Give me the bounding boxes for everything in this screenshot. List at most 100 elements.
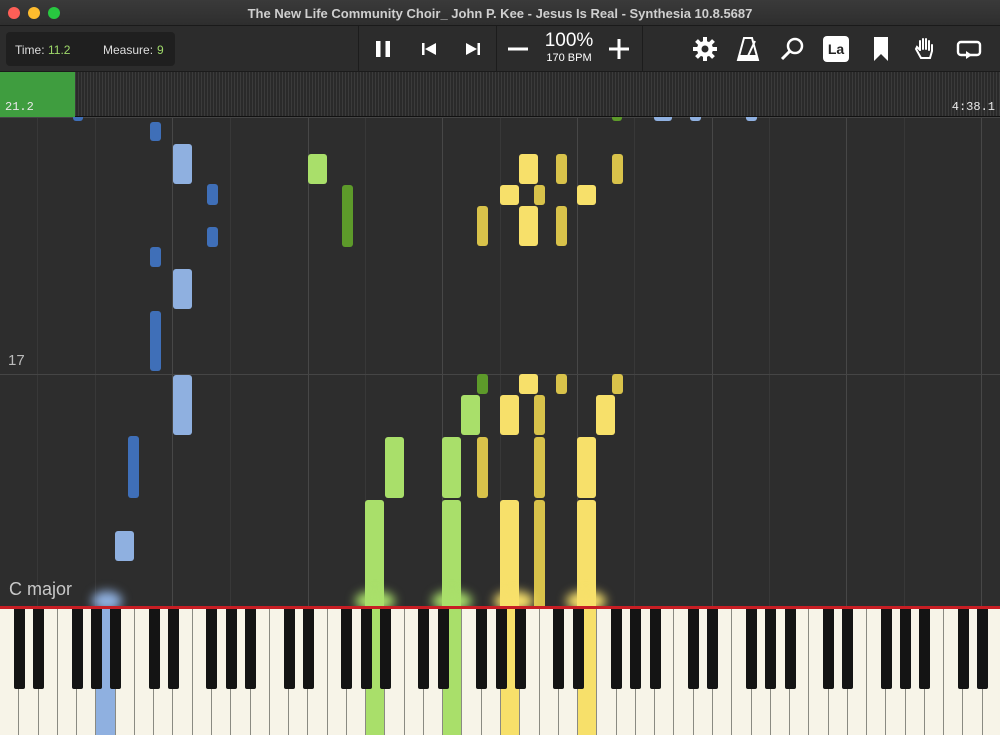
pause-button[interactable]: [368, 34, 398, 64]
piano-black-key[interactable]: [784, 609, 796, 689]
metronome-button[interactable]: [733, 34, 763, 64]
speed-display: 100% 170 BPM: [538, 30, 600, 65]
speed-percent: 100%: [544, 30, 594, 51]
previous-icon: [422, 43, 436, 55]
note-label-button[interactable]: La: [821, 34, 851, 64]
piano-black-key[interactable]: [823, 609, 835, 689]
pause-icon: [376, 41, 390, 57]
left-hand-note: [150, 311, 161, 371]
piano-black-key[interactable]: [245, 609, 256, 689]
right-hand-note: [477, 437, 488, 498]
piano-black-key[interactable]: [476, 609, 488, 689]
piano-black-key[interactable]: [842, 609, 854, 689]
right-hand-note: [500, 395, 519, 435]
piano-black-key[interactable]: [765, 609, 777, 689]
right-hand-note: [385, 437, 404, 498]
left-hand-note: [173, 269, 192, 309]
hand-button[interactable]: [910, 34, 940, 64]
piano-black-key[interactable]: [90, 609, 102, 689]
left-hand-note: [173, 144, 192, 184]
piano-black-key[interactable]: [553, 609, 565, 689]
piano-keyboard[interactable]: [0, 606, 1000, 735]
song-timeline[interactable]: 21.2 4:38.1: [0, 72, 1000, 117]
bookmark-button[interactable]: [866, 34, 896, 64]
piano-black-key[interactable]: [437, 609, 449, 689]
measure-label: Measure:: [103, 43, 154, 57]
grid-line: [95, 117, 96, 606]
tempo-bpm: 170 BPM: [546, 52, 592, 64]
synthesia-window: The New Life Community Choir_ John P. Ke…: [0, 0, 1000, 735]
piano-black-key[interactable]: [707, 609, 719, 689]
piano-black-key[interactable]: [572, 609, 584, 689]
grid-line: [712, 117, 713, 606]
grid-line: [634, 117, 635, 606]
note-hit-glow: [432, 591, 472, 606]
next-button[interactable]: [458, 34, 488, 64]
right-hand-note: [308, 154, 327, 184]
piano-black-key[interactable]: [71, 609, 83, 689]
window-title: The New Life Community Choir_ John P. Ke…: [247, 6, 753, 21]
time-label: Time:: [15, 43, 45, 57]
left-hand-note: [207, 227, 218, 247]
piano-black-key[interactable]: [148, 609, 160, 689]
right-hand-note: [577, 437, 596, 498]
minus-icon: [508, 47, 528, 51]
loop-icon: [956, 40, 982, 59]
piano-black-key[interactable]: [611, 609, 623, 689]
toolbar-divider: [496, 26, 497, 72]
piano-black-key[interactable]: [418, 609, 430, 689]
speed-increase-button[interactable]: [604, 34, 634, 64]
piano-black-key[interactable]: [649, 609, 661, 689]
piano-black-key[interactable]: [630, 609, 642, 689]
right-hand-note: [500, 185, 519, 205]
piano-black-key[interactable]: [13, 609, 25, 689]
left-hand-note: [115, 531, 134, 561]
measure-value: 9: [157, 43, 164, 57]
piano-black-key[interactable]: [900, 609, 912, 689]
bookmark-icon: [874, 37, 888, 61]
piano-black-key[interactable]: [302, 609, 314, 689]
note-hit-glow: [494, 591, 534, 606]
right-hand-note: [342, 185, 353, 247]
loop-button[interactable]: [954, 34, 984, 64]
falling-notes-area: 17 C major: [0, 117, 1000, 606]
piano-black-key[interactable]: [688, 609, 700, 689]
measure-number: 17: [8, 352, 25, 369]
right-hand-note: [612, 117, 622, 121]
right-hand-note: [534, 185, 545, 205]
piano-black-key[interactable]: [206, 609, 218, 689]
right-hand-note: [442, 437, 461, 498]
piano-black-key[interactable]: [379, 609, 391, 689]
piano-black-key[interactable]: [110, 609, 122, 689]
piano-black-key[interactable]: [958, 609, 969, 689]
piano-black-key[interactable]: [880, 609, 892, 689]
piano-black-key[interactable]: [514, 609, 526, 689]
grid-line: [904, 117, 905, 606]
grid-line: [769, 117, 770, 606]
piano-black-key[interactable]: [919, 609, 931, 689]
key-signature: C major: [9, 579, 73, 599]
piano-black-key[interactable]: [283, 609, 295, 689]
previous-button[interactable]: [414, 34, 444, 64]
piano-black-key[interactable]: [167, 609, 179, 689]
piano-black-key[interactable]: [495, 609, 507, 689]
left-hand-note: [73, 117, 83, 121]
grid-line: [172, 117, 173, 606]
time-value: 11.2: [48, 43, 71, 57]
piano-black-key[interactable]: [360, 609, 372, 689]
right-hand-note: [477, 374, 488, 394]
piano-black-key[interactable]: [33, 609, 45, 689]
piano-black-key[interactable]: [746, 609, 758, 689]
right-hand-note: [556, 206, 567, 246]
piano-black-key[interactable]: [341, 609, 353, 689]
left-hand-note: [173, 375, 192, 435]
piano-black-key[interactable]: [225, 609, 237, 689]
piano-black-key[interactable]: [977, 609, 989, 689]
right-hand-note: [477, 206, 488, 246]
speed-decrease-button[interactable]: [503, 34, 533, 64]
settings-button[interactable]: [690, 34, 720, 64]
zoom-button[interactable]: [777, 34, 807, 64]
total-time: 4:38.1: [951, 100, 995, 114]
grid-line: [981, 117, 982, 606]
right-hand-note: [519, 154, 538, 184]
